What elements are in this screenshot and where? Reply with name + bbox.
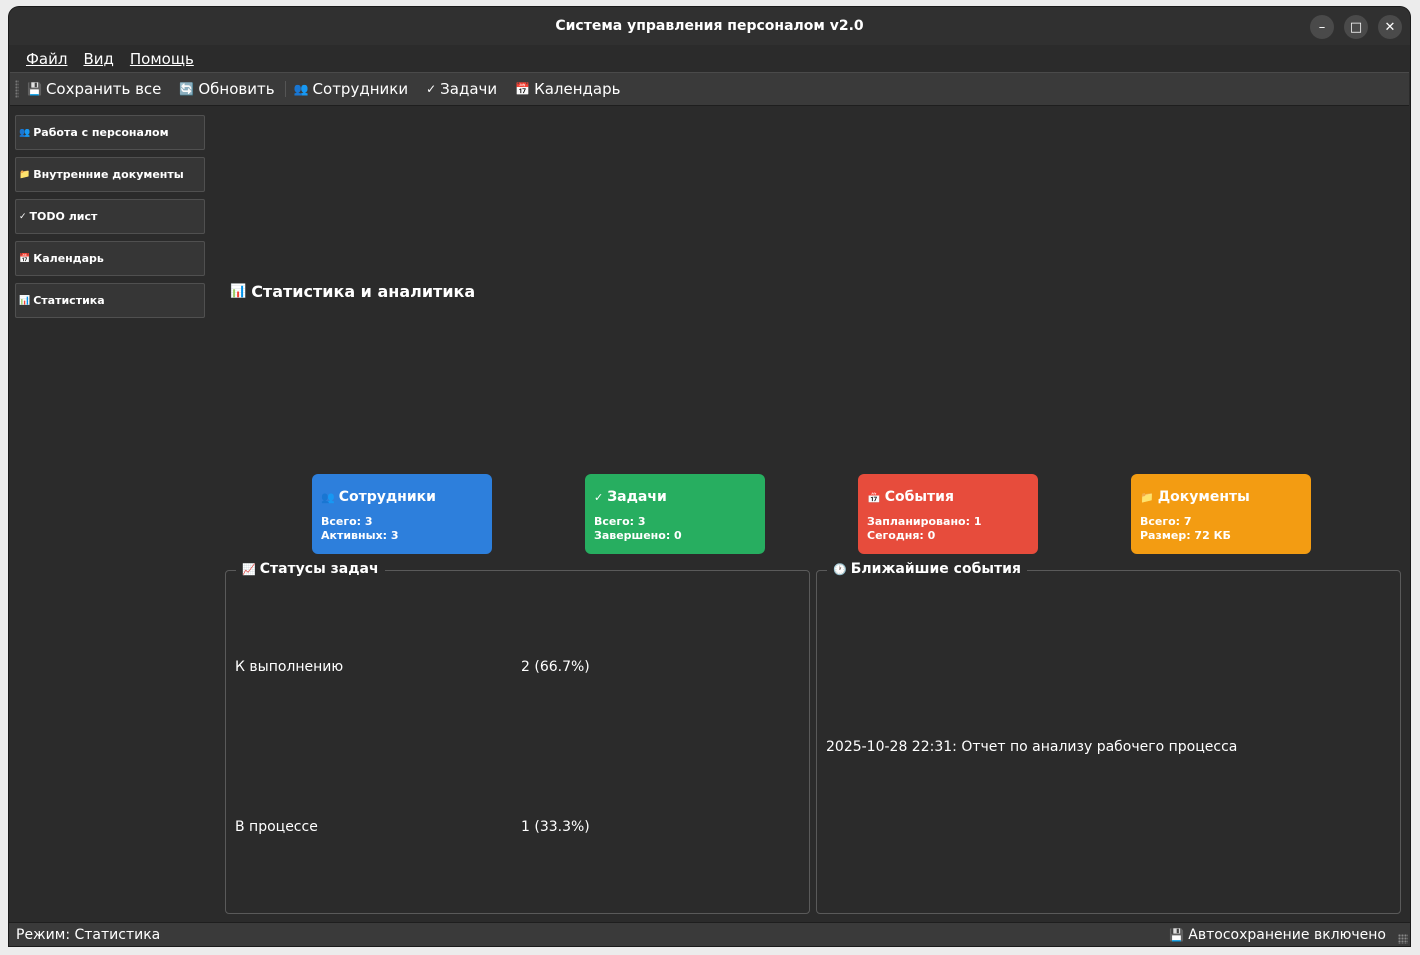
calendar-icon: 📅 <box>867 490 881 504</box>
sidebar-item-label: Календарь <box>33 252 104 265</box>
list-item: 2025-10-28 22:31: Отчет по анализу рабоч… <box>826 739 1238 755</box>
menu-file[interactable]: Файл <box>26 50 67 68</box>
save-all-label: Сохранить все <box>45 80 162 98</box>
card-title-text: Сотрудники <box>338 489 436 505</box>
menu-help[interactable]: Помощь <box>130 50 194 68</box>
floppy-disk-icon: 💾 <box>1169 927 1185 942</box>
card-title-text: События <box>884 489 954 505</box>
sidebar-item-documents[interactable]: 📁 Внутренние документы <box>15 157 205 192</box>
card-line: Всего: 3 <box>594 515 646 528</box>
task-statuses-title-text: Статусы задач <box>259 561 379 577</box>
bar-chart-icon: 📊 <box>230 284 247 299</box>
mode-status: Режим: Статистика <box>16 926 161 943</box>
clock-icon: 🕐 <box>833 562 847 576</box>
card-title-text: Документы <box>1157 489 1250 505</box>
card-title-text: Задачи <box>607 489 667 505</box>
card-line: Запланировано: 1 <box>867 515 982 528</box>
sidebar-item-label: Внутренние документы <box>33 168 184 181</box>
people-icon: 👥 <box>293 82 309 96</box>
card-title: 📁 Документы <box>1140 488 1302 506</box>
people-icon: 👥 <box>321 490 335 504</box>
maximize-button[interactable]: □ <box>1344 15 1368 39</box>
sidebar: 👥 Работа с персоналом 📁 Внутренние докум… <box>15 115 205 325</box>
upcoming-events-title-text: Ближайшие события <box>850 561 1021 577</box>
status-label-todo: К выполнению <box>235 659 344 675</box>
trend-chart-icon: 📈 <box>242 562 256 576</box>
sidebar-item-todo[interactable]: ✓ TODO лист <box>15 199 205 234</box>
resize-grip[interactable] <box>1398 934 1408 944</box>
tasks-button[interactable]: ✓ Задачи <box>426 80 497 98</box>
refresh-icon: 🔄 <box>179 82 195 96</box>
card-title: 📅 События <box>867 488 1029 506</box>
app-window: Система управления персоналом v2.0 – □ ✕… <box>9 7 1410 946</box>
window-title: Система управления персоналом v2.0 <box>555 18 864 34</box>
bar-chart-icon: 📊 <box>19 295 31 306</box>
minimize-button[interactable]: – <box>1310 15 1334 39</box>
card-line: Всего: 3 <box>321 515 373 528</box>
refresh-button[interactable]: 🔄 Обновить <box>179 80 274 98</box>
folder-icon: 📁 <box>19 169 31 180</box>
tasks-card: ✓ Задачи Всего: 3 Завершено: 0 <box>585 474 765 554</box>
toolbar: 💾 Сохранить все 🔄 Обновить 👥 Сотрудники … <box>10 72 1409 106</box>
calendar-label: Календарь <box>534 80 621 98</box>
autosave-text: Автосохранение включено <box>1188 926 1386 943</box>
card-title: 👥 Сотрудники <box>321 488 483 506</box>
status-value-in-progress: 1 (33.3%) <box>521 819 590 835</box>
status-value-todo: 2 (66.7%) <box>521 659 590 675</box>
sidebar-item-label: TODO лист <box>29 210 98 223</box>
autosave-status: 💾 Автосохранение включено <box>1169 927 1386 943</box>
close-button[interactable]: ✕ <box>1378 15 1402 39</box>
page-title: 📊 Статистика и аналитика <box>230 282 475 301</box>
card-title: ✓ Задачи <box>594 488 756 506</box>
calendar-icon: 📅 <box>19 253 31 264</box>
card-line: Сегодня: 0 <box>867 529 936 542</box>
sidebar-item-label: Статистика <box>33 294 105 307</box>
card-line: Завершено: 0 <box>594 529 682 542</box>
sidebar-item-calendar[interactable]: 📅 Календарь <box>15 241 205 276</box>
checkmark-icon: ✓ <box>594 490 604 504</box>
calendar-button[interactable]: 📅 Календарь <box>515 80 620 98</box>
card-line: Всего: 7 <box>1140 515 1192 528</box>
task-statuses-group: 📈 Статусы задач К выполнению 2 (66.7%) В… <box>225 561 810 914</box>
checkmark-icon: ✓ <box>19 211 27 222</box>
folder-icon: 📁 <box>1140 490 1154 504</box>
page-title-text: Статистика и аналитика <box>251 282 476 301</box>
title-bar: Система управления персоналом v2.0 – □ ✕ <box>9 7 1410 45</box>
people-icon: 👥 <box>19 127 31 138</box>
documents-card: 📁 Документы Всего: 7 Размер: 72 КБ <box>1131 474 1311 554</box>
checkmark-icon: ✓ <box>426 82 437 96</box>
floppy-disk-icon: 💾 <box>27 82 42 96</box>
sidebar-item-statistics[interactable]: 📊 Статистика <box>15 283 205 318</box>
employees-button[interactable]: 👥 Сотрудники <box>294 80 408 98</box>
tasks-label: Задачи <box>440 80 498 98</box>
save-all-button[interactable]: 💾 Сохранить все <box>27 80 161 98</box>
status-label-in-progress: В процессе <box>235 819 318 835</box>
card-line: Активных: 3 <box>321 529 399 542</box>
menu-bar: Файл Вид Помощь <box>9 45 1410 72</box>
card-line: Размер: 72 КБ <box>1140 529 1231 542</box>
window-controls: – □ ✕ <box>1310 15 1402 39</box>
menu-view[interactable]: Вид <box>83 50 113 68</box>
sidebar-item-label: Работа с персоналом <box>33 126 169 139</box>
events-card: 📅 События Запланировано: 1 Сегодня: 0 <box>858 474 1038 554</box>
employees-label: Сотрудники <box>312 80 409 98</box>
upcoming-events-title: 🕐 Ближайшие события <box>827 561 1027 577</box>
refresh-label: Обновить <box>198 80 275 98</box>
status-bar: Режим: Статистика 💾 Автосохранение включ… <box>9 922 1410 946</box>
upcoming-events-group: 🕐 Ближайшие события 2025-10-28 22:31: От… <box>816 561 1401 914</box>
calendar-icon: 📅 <box>515 82 531 96</box>
task-statuses-title: 📈 Статусы задач <box>236 561 385 577</box>
toolbar-separator <box>284 81 286 97</box>
employees-card: 👥 Сотрудники Всего: 3 Активных: 3 <box>312 474 492 554</box>
sidebar-item-personnel[interactable]: 👥 Работа с персоналом <box>15 115 205 150</box>
toolbar-grip[interactable] <box>15 80 19 98</box>
